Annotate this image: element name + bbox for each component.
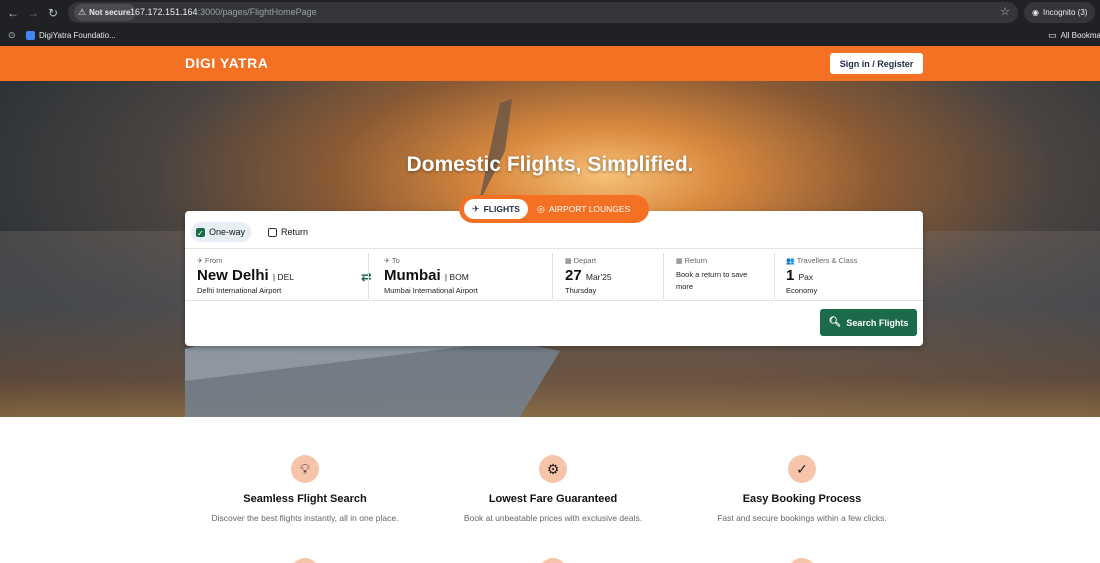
feature-item: ✓ Easy Booking Process Fast and secure b… [672,455,932,523]
to-city: Mumbai [384,267,441,284]
folder-icon: ▭ [1048,30,1057,40]
travellers-count: 1 [786,267,795,284]
bookmark-item[interactable]: DigiYatra Foundatio... [26,25,116,46]
feature-icon-peek [788,558,816,563]
depart-day: 27 [565,267,582,284]
from-field[interactable]: ✈ From New Delhi | DEL Delhi Internationa… [197,256,357,298]
return-field[interactable]: ▦ Return Book a return to save more [676,256,776,298]
to-code: | BOM [444,272,469,282]
bookmark-label: DigiYatra Foundatio... [39,31,116,40]
reload-icon[interactable]: ↻ [44,4,62,22]
incognito-icon: ◉ [1032,8,1039,17]
depart-month: Mar'25 [585,272,612,282]
hero-title: Domestic Flights, Simplified. [406,153,694,176]
apps-icon[interactable]: ⊙ [8,25,16,46]
back-icon[interactable]: ← [4,4,22,22]
divider [774,253,775,299]
return-description: Book a return to save more [676,270,748,291]
feature-description: Discover the best flights instantly, all… [211,513,399,523]
browser-toolbar: ← → ↻ ⚠ Not secure 167.172.151.164:3000/… [0,0,1100,25]
to-airport: Mumbai International Airport [384,286,478,295]
tab-airport-lounges[interactable]: ◎ AIRPORT LOUNGES [537,199,643,219]
security-chip[interactable]: ⚠ Not secure [74,4,137,21]
feature-item: 💡︎ Seamless Flight Search Discover the b… [175,455,435,523]
feature-title: Easy Booking Process [742,493,862,505]
from-airport: Delhi International Airport [197,286,282,295]
tab-label: FLIGHTS [483,204,520,214]
from-city: New Delhi [197,267,269,284]
feature-title: Lowest Fare Guaranteed [488,493,618,505]
url-text: 167.172.151.164:3000/pages/FlightHomePag… [130,2,317,23]
divider [663,253,664,299]
plane-landing-icon: ✈ [384,258,390,265]
divider [368,253,369,299]
travel-class: Economy [786,286,818,295]
trip-option-oneway[interactable]: One-way [191,222,252,244]
to-label: To [391,256,400,265]
bookmark-favicon-icon [26,31,35,40]
checkbox-checked-icon[interactable] [196,224,205,244]
travellers-label: Travellers & Class [796,256,858,265]
all-bookmarks-label: All Bookmarks [1060,31,1100,40]
from-label: From [204,256,223,265]
all-bookmarks[interactable]: ▭ All Bookmarks [1048,25,1100,46]
url-path: :3000/pages/FlightHomePage [197,7,317,17]
search-flights-button[interactable]: 🔍︎ Search Flights [820,309,917,336]
url-host: 167.172.151.164 [130,7,198,17]
depart-weekday: Thursday [565,286,597,295]
forward-icon[interactable]: → [24,4,42,22]
feature-description: Fast and secure bookings within a few cl… [717,513,887,523]
hero-banner: Domestic Flights, Simplified. One-way Re… [0,81,1100,417]
plane-takeoff-icon: ✈ [197,258,203,265]
return-label: Return [684,256,708,265]
search-icon: 🔍︎ [828,317,842,328]
incognito-badge[interactable]: ◉ Incognito (3) [1024,2,1096,23]
browser-chrome: ← → ↻ ⚠ Not secure 167.172.151.164:3000/… [0,0,1100,46]
users-icon: 👥 [786,258,795,265]
checkbox-icon[interactable] [268,227,277,237]
divider [185,248,923,249]
depart-field[interactable]: ▦ Depart 27 Mar'25 Thursday [565,256,665,298]
calendar-icon: ▦ [565,258,572,265]
to-field[interactable]: ✈ To Mumbai | BOM Mumbai International Ai… [384,256,544,298]
mode-toggle: ✈ FLIGHTS ◎ AIRPORT LOUNGES [459,195,649,223]
depart-label: Depart [573,256,597,265]
plane-icon: ✈ [472,204,480,214]
lightbulb-icon: 💡︎ [291,455,319,483]
gear-badge-icon: ⚙ [539,455,567,483]
feature-icon-peek [291,558,319,563]
tab-flights[interactable]: ✈ FLIGHTS [464,199,528,219]
feature-item: ⚙ Lowest Fare Guaranteed Book at unbeata… [423,455,683,523]
address-bar[interactable]: ⚠ Not secure 167.172.151.164:3000/pages/… [68,2,1018,23]
trip-option-label: Return [281,227,309,237]
trip-option-return[interactable]: Return [263,222,314,242]
search-card: One-way Return ✈From New Delhi | DEL Del… [185,211,923,346]
checkmark-icon: ✓ [788,455,816,483]
globe-icon: ◎ [537,204,545,214]
swap-icon[interactable]: ⇄ [361,269,372,285]
trip-option-label: One-way [209,227,246,237]
feature-description: Book at unbeatable prices with exclusive… [463,513,643,523]
brand-logo[interactable]: DIGI YATRA [185,46,268,81]
from-code: | DEL [272,272,294,282]
travellers-field[interactable]: 👥 Travellers & Class 1 Pax Economy [786,256,896,298]
calendar-icon: ▦ [676,258,683,265]
divider [185,300,923,301]
search-button-label: Search Flights [846,317,909,328]
signin-button[interactable]: Sign in / Register [830,53,923,74]
bookmarks-bar: ⊙ DigiYatra Foundatio... ▭ All Bookmarks [0,25,1100,46]
security-label: Not secure [89,8,131,17]
feature-title: Seamless Flight Search [243,493,367,505]
site-header: DIGI YATRA Sign in / Register [0,46,1100,81]
travellers-unit: Pax [798,272,814,282]
incognito-label: Incognito (3) [1042,8,1088,17]
bookmark-star-icon[interactable]: ☆ [1000,2,1010,23]
features-section: 💡︎ Seamless Flight Search Discover the b… [0,417,1100,563]
feature-icon-peek [539,558,567,563]
warning-icon: ⚠ [78,7,87,17]
tab-label: AIRPORT LOUNGES [548,204,631,214]
divider [552,253,553,299]
